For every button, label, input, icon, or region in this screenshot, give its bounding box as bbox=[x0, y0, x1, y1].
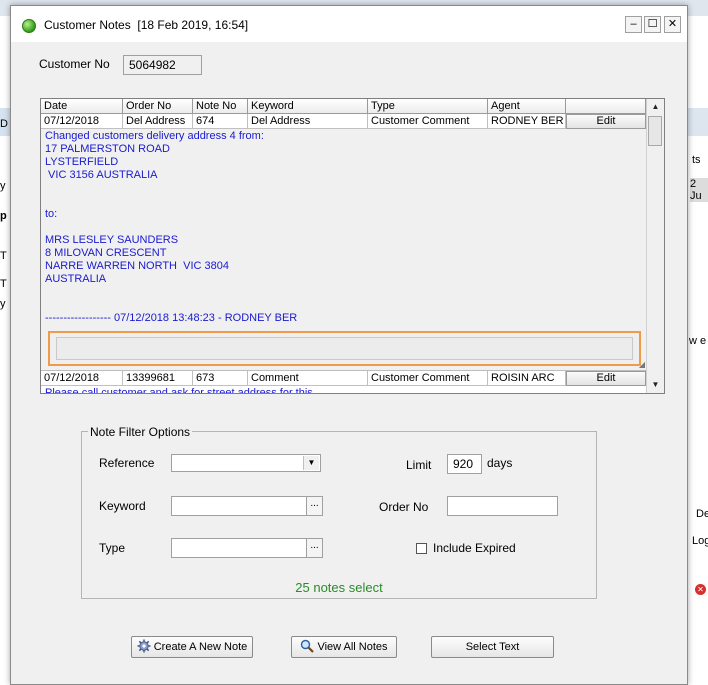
cell-note-no: 673 bbox=[193, 371, 248, 386]
limit-unit-label: days bbox=[487, 456, 513, 470]
column-header-keyword[interactable]: Keyword bbox=[248, 99, 368, 114]
note-reply-input[interactable] bbox=[48, 331, 641, 366]
cell-date: 07/12/2018 bbox=[41, 371, 123, 386]
reference-label: Reference bbox=[99, 456, 155, 470]
cell-order-no: Del Address bbox=[123, 114, 193, 129]
window-timestamp: [18 Feb 2019, 16:54] bbox=[137, 18, 249, 32]
column-header-order-no[interactable]: Order No bbox=[123, 99, 193, 114]
window-title-text: Customer Notes bbox=[44, 18, 131, 32]
cell-keyword: Del Address bbox=[248, 114, 368, 129]
note-line: LYSTERFIELD bbox=[45, 156, 119, 168]
expanded-note-body[interactable]: Changed customers delivery address 4 fro… bbox=[41, 129, 646, 371]
note-filter-title: Note Filter Options bbox=[88, 425, 193, 439]
customer-no-field[interactable]: 5064982 bbox=[123, 55, 202, 75]
column-header-note-no[interactable]: Note No bbox=[193, 99, 248, 114]
bg-left-fragment: y bbox=[0, 180, 6, 192]
type-browse-button[interactable]: ... bbox=[306, 539, 322, 557]
include-expired-checkbox[interactable] bbox=[416, 543, 427, 554]
column-header-date[interactable]: Date bbox=[41, 99, 123, 114]
note-line: VIC 3156 AUSTRALIA bbox=[45, 169, 158, 181]
keyword-field[interactable]: ... bbox=[171, 496, 323, 516]
column-header-agent[interactable]: Agent bbox=[488, 99, 566, 114]
maximize-button[interactable]: ☐ bbox=[644, 16, 661, 33]
note-signature-line: ------------------ 07/12/2018 13:48:23 -… bbox=[45, 312, 298, 324]
note-line: NARRE WARREN NORTH VIC 3804 bbox=[45, 260, 229, 272]
grid-scrollbar[interactable]: ▲ ▼ bbox=[646, 99, 664, 393]
limit-input[interactable]: 920 bbox=[447, 454, 482, 474]
bg-right-fragment: De bbox=[696, 508, 708, 520]
cell-date: 07/12/2018 bbox=[41, 114, 123, 129]
reference-dropdown[interactable]: ▼ bbox=[171, 454, 321, 472]
bg-close-icon: ✕ bbox=[695, 584, 706, 595]
cell-type: Customer Comment bbox=[368, 114, 488, 129]
type-label: Type bbox=[99, 541, 126, 555]
bg-left-fragment: y bbox=[0, 298, 6, 310]
notes-count-status: 25 notes select bbox=[295, 580, 383, 595]
note-line: to: bbox=[45, 208, 58, 220]
keyword-label: Keyword bbox=[99, 499, 146, 513]
edit-note-button[interactable]: Edit bbox=[566, 371, 646, 386]
note-line: 17 PALMERSTON ROAD bbox=[45, 143, 170, 155]
create-note-label: Create A New Note bbox=[153, 641, 248, 653]
cell-note-no: 674 bbox=[193, 114, 248, 129]
title-bar: Customer Notes [18 Feb 2019, 16:54] – ☐ … bbox=[11, 6, 687, 42]
note-line: Changed customers delivery address 4 fro… bbox=[45, 130, 264, 142]
close-button[interactable]: ✕ bbox=[664, 16, 681, 33]
keyword-browse-button[interactable]: ... bbox=[306, 497, 322, 515]
type-field[interactable]: ... bbox=[171, 538, 323, 558]
scroll-up-icon[interactable]: ▲ bbox=[647, 99, 664, 115]
view-all-notes-label: View All Notes bbox=[317, 641, 388, 653]
view-all-notes-button[interactable]: View All Notes bbox=[291, 636, 397, 658]
window-title: Customer Notes [18 Feb 2019, 16:54] bbox=[44, 18, 248, 32]
include-expired-label: Include Expired bbox=[433, 541, 516, 555]
column-header-type[interactable]: Type bbox=[368, 99, 488, 114]
create-note-button[interactable]: Create A New Note bbox=[131, 636, 253, 658]
note-line: 8 MILOVAN CRESCENT bbox=[45, 247, 167, 259]
cell-agent: ROISIN ARC bbox=[488, 371, 566, 386]
scroll-thumb[interactable] bbox=[648, 116, 662, 146]
bg-left-fragment: T bbox=[0, 250, 7, 262]
note-line: AUSTRALIA bbox=[45, 273, 107, 285]
limit-label: Limit bbox=[406, 458, 432, 472]
cell-keyword: Comment bbox=[248, 371, 368, 386]
order-no-input[interactable] bbox=[447, 496, 558, 516]
gear-icon bbox=[137, 639, 151, 653]
note-reply-inner bbox=[56, 337, 633, 360]
note-line: MRS LESLEY SAUNDERS bbox=[45, 234, 179, 246]
bg-right-fragment: Log bbox=[692, 535, 708, 547]
resize-grip-icon[interactable]: ◢ bbox=[639, 360, 645, 369]
bg-left-fragment: p bbox=[0, 210, 7, 222]
bg-right-fragment: w e bbox=[689, 335, 707, 347]
status-light-icon bbox=[22, 19, 36, 33]
select-text-button[interactable]: Select Text bbox=[431, 636, 554, 658]
note-preview: Please call customer and ask for street … bbox=[45, 387, 313, 393]
background-right-strip bbox=[688, 108, 708, 136]
edit-note-button[interactable]: Edit bbox=[566, 114, 646, 129]
bg-left-fragment: D bbox=[0, 118, 8, 130]
customer-notes-dialog: Customer Notes [18 Feb 2019, 16:54] – ☐ … bbox=[10, 5, 688, 685]
chevron-down-icon[interactable]: ▼ bbox=[303, 456, 319, 470]
column-header-actions bbox=[566, 99, 646, 114]
order-no-label: Order No bbox=[379, 500, 429, 514]
customer-no-label: Customer No bbox=[39, 57, 110, 71]
cell-type: Customer Comment bbox=[368, 371, 488, 386]
scroll-down-icon[interactable]: ▼ bbox=[647, 377, 664, 393]
bg-left-fragment: T bbox=[0, 278, 7, 290]
minimize-button[interactable]: – bbox=[625, 16, 642, 33]
bg-right-fragment: ts bbox=[692, 154, 701, 166]
magnifier-icon bbox=[301, 639, 315, 653]
notes-grid: Date Order No Note No Keyword Type Agent… bbox=[40, 98, 665, 394]
cell-order-no: 13399681 bbox=[123, 371, 193, 386]
bg-right-fragment: 2 Ju bbox=[690, 178, 708, 202]
cell-agent: RODNEY BER bbox=[488, 114, 566, 129]
